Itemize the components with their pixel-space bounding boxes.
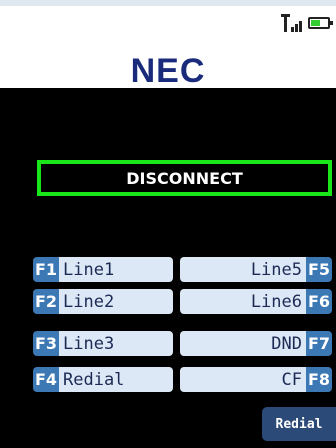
function-key-f5[interactable]: Line5 F5: [180, 257, 332, 282]
function-key-label: DND: [180, 331, 306, 356]
function-key-number: F1: [33, 257, 59, 282]
function-key-number: F7: [306, 331, 332, 356]
function-key-number: F2: [33, 289, 59, 314]
signal-strength-icon: [281, 14, 304, 32]
function-key-label: Line5: [180, 257, 306, 282]
function-key-f2[interactable]: F2 Line2: [33, 289, 173, 314]
function-key-label: Line3: [59, 331, 173, 356]
function-key-f3[interactable]: F3 Line3: [33, 331, 173, 356]
function-key-f7[interactable]: DND F7: [180, 331, 332, 356]
status-icons: [281, 14, 333, 32]
function-key-f4[interactable]: F4 Redial: [33, 367, 173, 392]
function-key-label: Line1: [59, 257, 173, 282]
redial-softkey[interactable]: Redial: [262, 407, 336, 441]
function-key-label: CF: [180, 367, 306, 392]
battery-icon: [308, 17, 333, 29]
function-key-number: F8: [306, 367, 332, 392]
function-key-number: F4: [33, 367, 59, 392]
function-key-number: F6: [306, 289, 332, 314]
function-key-f8[interactable]: CF F8: [180, 367, 332, 392]
function-key-f6[interactable]: Line6 F6: [180, 289, 332, 314]
function-key-label: Line6: [180, 289, 306, 314]
disconnect-status: DISCONNECT: [37, 160, 332, 196]
function-key-number: F3: [33, 331, 59, 356]
nec-logo: NEC: [130, 52, 206, 90]
header-bar: NEC: [0, 0, 336, 90]
function-key-label: Redial: [59, 367, 173, 392]
function-key-number: F5: [306, 257, 332, 282]
function-key-f1[interactable]: F1 Line1: [33, 257, 173, 282]
function-key-label: Line2: [59, 289, 173, 314]
